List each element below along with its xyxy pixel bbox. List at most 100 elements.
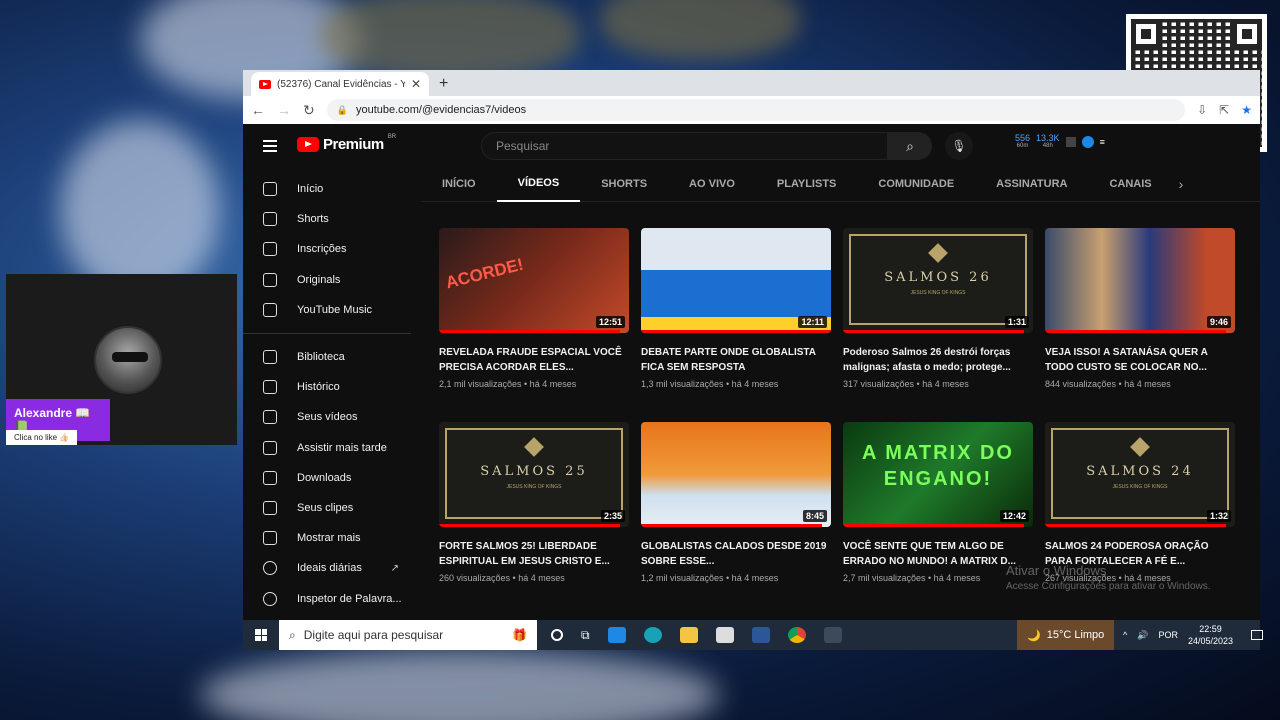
new-tab-button[interactable]: +: [429, 75, 458, 96]
video-thumbnail[interactable]: ACORDE! 12:51: [439, 228, 629, 333]
stats-icon[interactable]: [1065, 136, 1076, 147]
weather-text: 15°C Limpo: [1046, 629, 1105, 641]
speaker-icon[interactable]: 🔊: [1137, 630, 1148, 641]
sidebar-item-label: Início: [297, 183, 324, 196]
video-title[interactable]: VEJA ISSO! A SATANÁSA QUER A TODO CUSTO …: [1045, 345, 1235, 375]
video-title[interactable]: REVELADA FRAUDE ESPACIAL VOCÊ PRECISA AC…: [439, 345, 629, 375]
back-icon[interactable]: ←: [251, 102, 265, 118]
video-card[interactable]: 8:45 GLOBALISTAS CALADOS DESDE 2019 SOBRE…: [641, 422, 831, 584]
cortana-icon[interactable]: [551, 629, 563, 641]
address-bar-row: ← → ↻ 🔒 youtube.com/@evidencias7/videos …: [243, 96, 1260, 124]
sidebar-item[interactable]: Histórico: [243, 372, 411, 402]
video-thumbnail[interactable]: 12:11: [641, 228, 831, 333]
task-view-icon[interactable]: ⧉: [581, 628, 590, 643]
search-button[interactable]: ⌕: [888, 132, 932, 160]
ext-stat: 556 60m: [1015, 133, 1031, 150]
chevron-right-icon[interactable]: ›: [1179, 176, 1184, 192]
sidebar-item[interactable]: Ideais diárias ↗: [243, 553, 411, 583]
video-thumbnail[interactable]: SALMOS 24 JESUS KING OF KINGS 1:32: [1045, 422, 1235, 527]
video-duration: 12:51: [595, 316, 625, 328]
youtube-play-icon: [297, 137, 319, 152]
sidebar-item[interactable]: Seus vídeos: [243, 402, 411, 432]
video-card[interactable]: SALMOS 25 JESUS KING OF KINGS 2:35 FORTE SA…: [439, 422, 629, 584]
extension-icon[interactable]: [1081, 135, 1094, 148]
channel-tab[interactable]: CANAIS: [1088, 166, 1172, 202]
video-card[interactable]: 12:11 DEBATE PARTE ONDE GLOBALISTA FICA S…: [641, 228, 831, 390]
clock-date: 24/05/2023: [1187, 636, 1234, 646]
sidebar-item-label: Mostrar mais: [297, 532, 361, 545]
video-title[interactable]: Poderoso Salmos 26 destrói forças malign…: [843, 345, 1033, 375]
install-icon[interactable]: ⇩: [1197, 103, 1207, 117]
list-icon[interactable]: ≡: [1100, 137, 1105, 147]
watch-progress-bar: [641, 330, 831, 333]
voice-search-button[interactable]: 🎙: [945, 132, 973, 160]
sidebar-item[interactable]: Biblioteca: [243, 342, 411, 372]
watch-later-icon: [263, 440, 277, 455]
search-input[interactable]: Pesquisar: [481, 132, 888, 160]
video-thumbnail[interactable]: SALMOS 26 JESUS KING OF KINGS 1:31: [843, 228, 1033, 333]
video-thumbnail[interactable]: 8:45: [641, 422, 831, 527]
channel-tab[interactable]: AO VIVO: [668, 166, 756, 202]
video-card[interactable]: ACORDE! 12:51 REVELADA FRAUDE ESPACIAL VOC…: [439, 228, 629, 390]
sidebar-item[interactable]: Downloads: [243, 463, 411, 493]
sidebar-item[interactable]: YouTube Music: [243, 295, 411, 325]
video-title[interactable]: FORTE SALMOS 25! LIBERDADE ESPIRITUAL EM…: [439, 539, 629, 569]
download-icon: [263, 470, 277, 485]
start-button[interactable]: [243, 620, 279, 650]
video-thumbnail[interactable]: SALMOS 25 JESUS KING OF KINGS 2:35: [439, 422, 629, 527]
video-title[interactable]: GLOBALISTAS CALADOS DESDE 2019 SOBRE ESS…: [641, 539, 831, 569]
video-card[interactable]: SALMOS 26 JESUS KING OF KINGS 1:31 Poderoso…: [843, 228, 1033, 390]
sidebar-item[interactable]: Seus clipes: [243, 493, 411, 523]
mail-icon[interactable]: [607, 627, 626, 643]
channel-tab[interactable]: VÍDEOS: [496, 166, 581, 202]
file-explorer-icon[interactable]: [679, 627, 698, 643]
channel-tab[interactable]: SHORTS: [580, 166, 668, 202]
sidebar-item[interactable]: Inspetor de Palavra...: [243, 583, 411, 613]
menu-icon[interactable]: [263, 140, 277, 155]
reload-icon[interactable]: ↻: [303, 102, 315, 119]
youtube-logo[interactable]: Premium BR: [297, 134, 396, 153]
music-icon: [263, 302, 277, 317]
sidebar-item[interactable]: Assistir mais tarde: [243, 433, 411, 463]
channel-tab[interactable]: INÍCIO: [421, 166, 497, 202]
video-title[interactable]: VOCÊ SENTE QUE TEM ALGO DE ERRADO NO MUN…: [843, 539, 1033, 569]
sidebar-item[interactable]: Inscrições: [243, 234, 411, 264]
video-thumbnail[interactable]: 9:46: [1045, 228, 1235, 333]
video-card[interactable]: SALMOS 24 JESUS KING OF KINGS 1:32 SALMOS 2…: [1045, 422, 1235, 584]
sidebar-item[interactable]: Início: [243, 174, 411, 204]
system-tray: ^ 🔊 POR 22:59 24/05/2023: [1123, 620, 1264, 650]
clock[interactable]: 22:59 24/05/2023: [1188, 623, 1233, 647]
video-thumbnail[interactable]: A MATRIX DO ENGANO! 12:42: [843, 422, 1033, 527]
video-meta: 844 visualizações • há 4 meses: [1045, 379, 1171, 389]
background-cloud: [60, 120, 220, 300]
browser-tab[interactable]: (52376) Canal Evidências - YouTube ✕: [251, 72, 429, 96]
video-card[interactable]: 9:46 VEJA ISSO! A SATANÁSA QUER A TODO CU…: [1045, 228, 1235, 390]
app-icon[interactable]: [823, 627, 842, 643]
url-field[interactable]: 🔒 youtube.com/@evidencias7/videos: [326, 99, 1186, 121]
channel-tab[interactable]: ASSINATURA: [975, 166, 1088, 202]
language-indicator[interactable]: POR: [1158, 630, 1178, 640]
close-tab-icon[interactable]: ✕: [411, 77, 421, 91]
channel-tab[interactable]: COMUNIDADE: [857, 166, 975, 202]
notifications-icon[interactable]: [1251, 630, 1264, 640]
video-meta: 2,1 mil visualizações • há 4 meses: [439, 379, 577, 389]
thumbnail-text: A MATRIX DO ENGANO!: [862, 442, 1014, 490]
chrome-icon[interactable]: [787, 627, 806, 643]
video-title[interactable]: DEBATE PARTE ONDE GLOBALISTA FICA SEM RE…: [641, 345, 831, 375]
video-card[interactable]: A MATRIX DO ENGANO! 12:42 VOCÊ SENTE QUE T…: [843, 422, 1033, 584]
sidebar-item[interactable]: Originals: [243, 265, 411, 295]
external-link-icon: ↗: [390, 562, 399, 574]
sidebar-item[interactable]: Shorts: [243, 204, 411, 234]
share-icon[interactable]: ⇱: [1219, 103, 1229, 117]
bookmark-star-icon[interactable]: ★: [1241, 103, 1252, 117]
store-icon[interactable]: [715, 627, 734, 643]
video-grid: ACORDE! 12:51 REVELADA FRAUDE ESPACIAL VOC…: [439, 228, 1239, 584]
channel-tab[interactable]: PLAYLISTS: [756, 166, 858, 202]
forward-icon[interactable]: →: [277, 102, 291, 118]
sidebar-item[interactable]: Mostrar mais: [243, 523, 411, 553]
taskbar-search[interactable]: ⌕ Digite aqui para pesquisar 🎁: [279, 620, 537, 650]
edge-icon[interactable]: [643, 627, 662, 643]
word-icon[interactable]: [751, 627, 770, 643]
weather-widget[interactable]: 🌙 15°C Limpo: [1017, 620, 1115, 650]
chevron-up-icon[interactable]: ^: [1123, 630, 1127, 640]
